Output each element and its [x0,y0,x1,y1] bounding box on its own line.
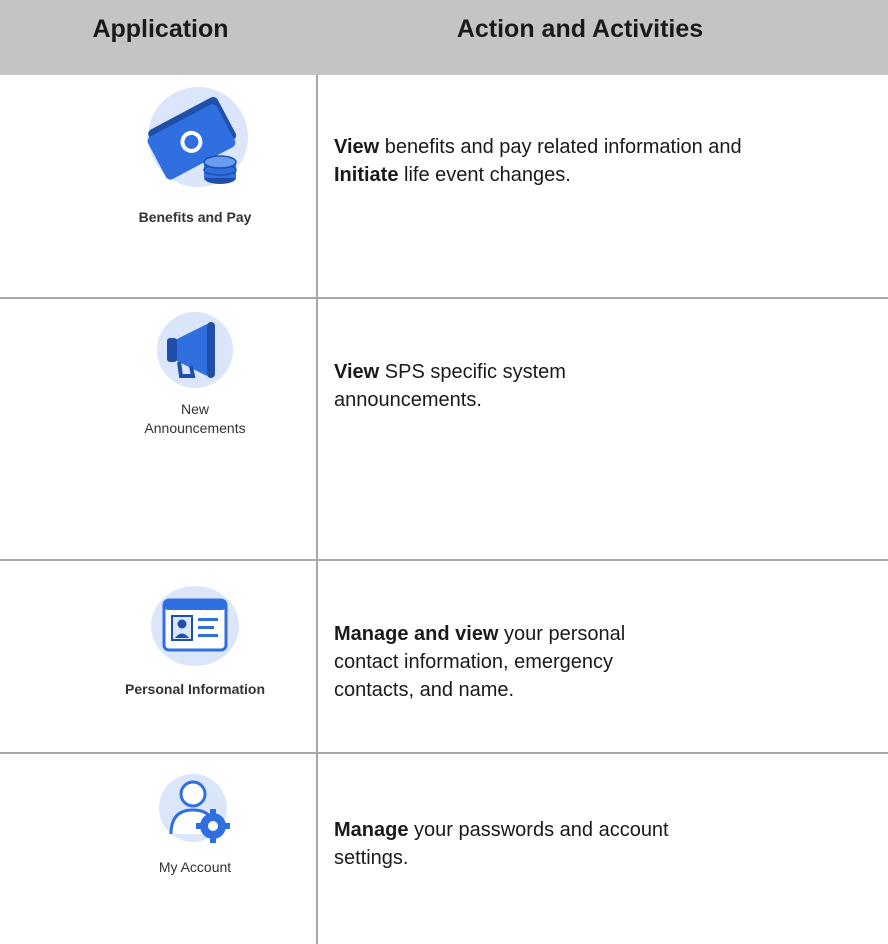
app-label: Benefits and Pay [138,209,252,225]
app-label: New Announcements [144,400,245,438]
action-text: SPS specific system [379,361,566,383]
row-divider [0,752,888,754]
header-application: Application [92,15,229,43]
action-text: contact information, emergency [334,651,614,673]
action-text: settings. [334,847,409,869]
action-verb: Initiate [334,164,399,186]
app-benefits-and-pay[interactable]: Benefits and Pay [80,82,310,227]
applications-table: Application Action and Activities Benefi… [0,0,888,944]
action-text: your personal [498,623,626,645]
action-verb: View [334,136,380,158]
header-actions: Action and Activities [456,15,704,43]
app-new-announcements[interactable]: New Announcements [80,310,310,438]
action-description: Manage and view your personal contact in… [334,620,874,704]
action-verb: Manage [334,819,409,841]
action-text: benefits and pay related information and [379,136,742,158]
action-verb: View [334,361,380,383]
column-divider [316,75,318,944]
app-label: Personal Information [124,681,266,697]
app-personal-information[interactable]: Personal Information [80,586,310,699]
row-divider [0,297,888,299]
action-text: your passwords and account [408,819,669,841]
app-label-line: New [180,401,209,417]
action-verb: Manage and view [334,623,499,645]
id-card-icon [150,586,240,666]
app-label-line: Announcements [144,420,246,436]
action-text: announcements. [334,389,482,411]
action-description: View benefits and pay related informatio… [334,133,874,189]
action-description: View SPS specific system announcements. [334,358,874,414]
megaphone-icon [155,310,235,390]
user-gear-icon [157,770,233,846]
money-coins-icon [140,82,250,192]
table-header: Application Action and Activities [0,0,888,75]
action-text: contacts, and name. [334,679,515,701]
action-description: Manage your passwords and account settin… [334,816,874,872]
action-text: life event changes. [398,164,571,186]
row-divider [0,559,888,561]
app-my-account[interactable]: My Account [80,770,310,877]
app-label: My Account [158,859,232,875]
